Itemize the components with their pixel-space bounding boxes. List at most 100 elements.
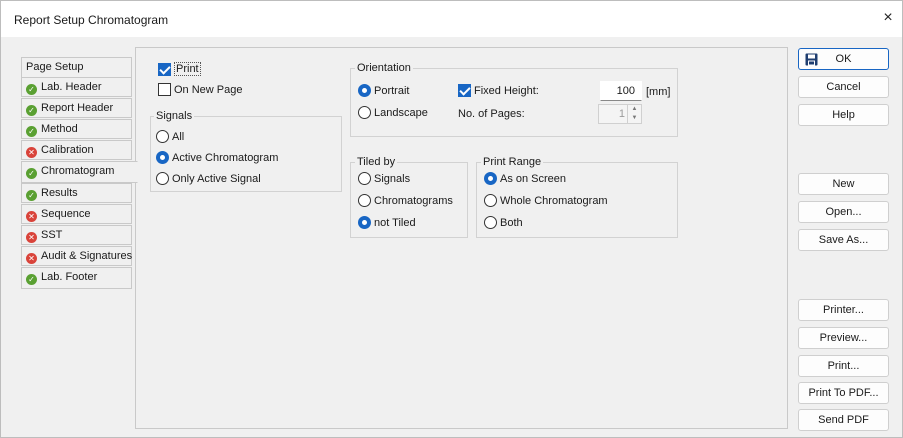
orientation-option-portrait[interactable]: Portrait: [358, 84, 409, 97]
orientation-group: [350, 68, 678, 137]
tiled-option-signals[interactable]: Signals: [358, 172, 410, 185]
signals-group-label: Signals: [154, 110, 195, 122]
send-pdf-button[interactable]: Send PDF: [798, 409, 889, 431]
x-circle-icon: ✕: [26, 253, 37, 264]
tab-results[interactable]: ✓ Results: [21, 183, 132, 203]
radio-landscape[interactable]: [358, 106, 371, 119]
radio-active-chromatogram[interactable]: [156, 151, 169, 164]
orientation-option-landscape[interactable]: Landscape: [358, 106, 428, 119]
radio-whole-chromatogram[interactable]: [484, 194, 497, 207]
option-label: Portrait: [374, 84, 410, 97]
tab-label: Sequence: [41, 208, 91, 220]
tab-label: Method: [41, 123, 78, 135]
pages-spinner[interactable]: 1 ▲ ▼: [598, 104, 642, 124]
range-option-both[interactable]: Both: [484, 216, 523, 229]
floppy-disk-icon: [805, 53, 818, 66]
tab-sst[interactable]: ✕ SST: [21, 225, 132, 245]
window-title: Report Setup Chromatogram: [14, 13, 169, 27]
fixed-height-input[interactable]: 100: [600, 81, 642, 101]
tab-label: Results: [41, 187, 78, 199]
option-label: Only Active Signal: [172, 172, 261, 185]
tab-lab-header[interactable]: ✓ Lab. Header: [21, 77, 132, 97]
radio-portrait[interactable]: [358, 84, 371, 97]
check-circle-icon: ✓: [26, 190, 37, 201]
option-label: Chromatograms: [374, 194, 453, 207]
tab-label: Report Header: [41, 102, 114, 114]
ok-label: OK: [835, 53, 852, 65]
pages-label: No. of Pages:: [458, 108, 525, 120]
range-option-as-on-screen[interactable]: As on Screen: [484, 172, 566, 185]
tab-label: Audit & Signatures: [41, 250, 133, 262]
x-circle-icon: ✕: [26, 232, 37, 243]
option-label: Whole Chromatogram: [500, 194, 608, 207]
radio-only-active-signal[interactable]: [156, 172, 169, 185]
chromatogram-settings-panel: Print On New Page Signals All Active Chr…: [135, 47, 788, 429]
tab-label: Lab. Footer: [41, 271, 98, 283]
check-circle-icon: ✓: [26, 274, 37, 285]
fixed-height-unit: [mm]: [646, 86, 671, 98]
check-circle-icon: ✓: [26, 126, 37, 137]
tab-method[interactable]: ✓ Method: [21, 119, 132, 139]
report-setup-window: Report Setup Chromatogram × Page Setup ✓…: [0, 0, 903, 438]
printer-button[interactable]: Printer...: [798, 299, 889, 321]
print-checkbox[interactable]: Print: [158, 62, 201, 76]
on-new-page-check-box[interactable]: [158, 83, 171, 96]
help-button[interactable]: Help: [798, 104, 889, 126]
spinner-arrows-icon[interactable]: ▲ ▼: [627, 105, 641, 123]
open-button[interactable]: Open...: [798, 201, 889, 223]
signals-option-only-active-signal[interactable]: Only Active Signal: [156, 172, 261, 185]
tiled-by-group-label: Tiled by: [355, 156, 398, 168]
fixed-height-check-box[interactable]: [458, 84, 471, 97]
on-new-page-label: On New Page: [174, 83, 243, 96]
tab-lab-footer[interactable]: ✓ Lab. Footer: [21, 267, 132, 289]
tab-calibration[interactable]: ✕ Calibration: [21, 140, 132, 160]
tab-label: Chromatogram: [41, 165, 115, 177]
new-button[interactable]: New: [798, 173, 889, 195]
tab-chromatogram[interactable]: ✓ Chromatogram: [21, 161, 138, 183]
radio-both[interactable]: [484, 216, 497, 229]
print-button[interactable]: Print...: [798, 355, 889, 377]
tab-label: SST: [41, 229, 63, 241]
close-icon[interactable]: ×: [878, 9, 898, 29]
option-label: Signals: [374, 172, 411, 185]
print-check-box[interactable]: [158, 62, 171, 76]
radio-not-tiled[interactable]: [358, 216, 371, 229]
tiled-option-chromatograms[interactable]: Chromatograms: [358, 194, 453, 207]
tab-label: Calibration: [41, 144, 94, 156]
check-circle-icon: ✓: [26, 84, 37, 95]
tab-page-setup[interactable]: Page Setup: [21, 57, 132, 77]
print-to-pdf-button[interactable]: Print To PDF...: [798, 382, 889, 404]
title-bar: Report Setup Chromatogram ×: [1, 1, 902, 37]
check-circle-icon: ✓: [26, 105, 37, 116]
tab-label: Page Setup: [26, 61, 84, 73]
save-as-button[interactable]: Save As...: [798, 229, 889, 251]
signals-option-all[interactable]: All: [156, 130, 184, 143]
option-label: not Tiled: [374, 216, 416, 229]
tab-sequence[interactable]: ✕ Sequence: [21, 204, 132, 224]
x-circle-icon: ✕: [26, 211, 37, 222]
tab-audit-signatures[interactable]: ✕ Audit & Signatures: [21, 246, 132, 266]
radio-all[interactable]: [156, 130, 169, 143]
tab-label: Lab. Header: [41, 81, 102, 93]
on-new-page-checkbox[interactable]: On New Page: [158, 83, 242, 96]
tab-report-header[interactable]: ✓ Report Header: [21, 98, 132, 118]
option-label: As on Screen: [500, 172, 567, 185]
fixed-height-label: Fixed Height:: [474, 84, 539, 97]
ok-button[interactable]: OK: [798, 48, 889, 70]
radio-chromatograms[interactable]: [358, 194, 371, 207]
range-option-whole-chromatogram[interactable]: Whole Chromatogram: [484, 194, 608, 207]
preview-button[interactable]: Preview...: [798, 327, 889, 349]
radio-signals[interactable]: [358, 172, 371, 185]
fixed-height-checkbox[interactable]: Fixed Height:: [458, 84, 539, 97]
orientation-group-label: Orientation: [355, 62, 413, 74]
print-label: Print: [174, 62, 201, 76]
x-circle-icon: ✕: [26, 147, 37, 158]
option-label: Active Chromatogram: [172, 151, 279, 164]
tiled-option-not-tiled[interactable]: not Tiled: [358, 216, 416, 229]
check-circle-icon: ✓: [26, 168, 37, 179]
print-range-group-label: Print Range: [481, 156, 544, 168]
signals-option-active-chromatogram[interactable]: Active Chromatogram: [156, 151, 278, 164]
option-label: Both: [500, 216, 523, 229]
radio-as-on-screen[interactable]: [484, 172, 497, 185]
cancel-button[interactable]: Cancel: [798, 76, 889, 98]
